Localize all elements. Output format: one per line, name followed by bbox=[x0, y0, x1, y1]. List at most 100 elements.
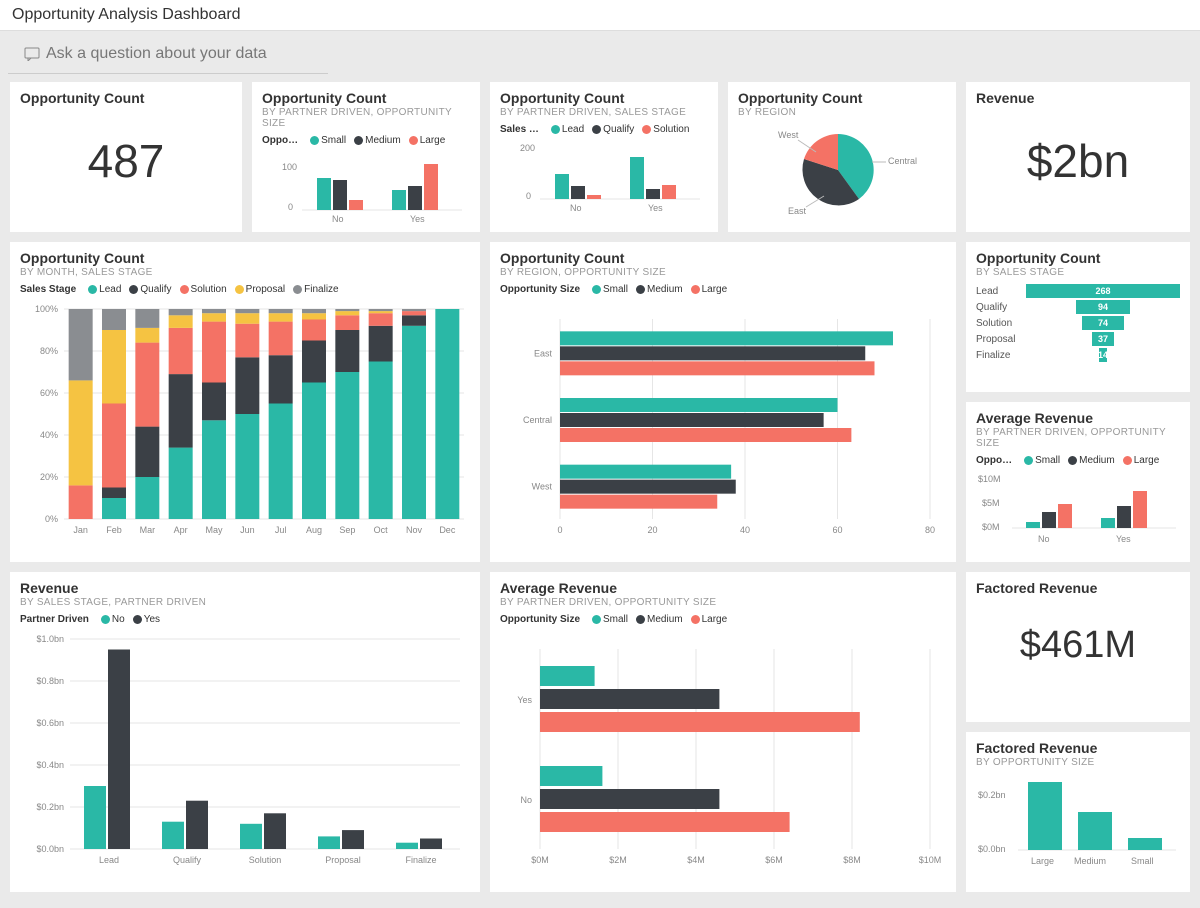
qna-input[interactable]: Ask a question about your data bbox=[8, 35, 328, 74]
svg-text:Lead: Lead bbox=[99, 855, 119, 865]
svg-text:Sep: Sep bbox=[339, 525, 355, 535]
svg-text:$0.6bn: $0.6bn bbox=[36, 718, 64, 728]
svg-text:80: 80 bbox=[925, 525, 935, 535]
tile-title: Opportunity Count bbox=[738, 90, 946, 106]
svg-text:Oct: Oct bbox=[374, 525, 389, 535]
chart: 100 0 NoYes bbox=[262, 150, 470, 230]
svg-text:$0.0bn: $0.0bn bbox=[36, 844, 64, 854]
svg-text:Yes: Yes bbox=[1116, 534, 1131, 544]
tile-title: Opportunity Count bbox=[976, 250, 1180, 266]
svg-text:$0.2bn: $0.2bn bbox=[36, 802, 64, 812]
legend: Opportunity Size Small Medium Large bbox=[500, 614, 946, 625]
svg-text:East: East bbox=[534, 348, 553, 358]
svg-text:Finalize: Finalize bbox=[405, 855, 436, 865]
tile-subtitle: BY REGION, OPPORTUNITY SIZE bbox=[500, 267, 946, 278]
page-title: Opportunity Analysis Dashboard bbox=[0, 0, 1200, 31]
tile-subtitle: BY PARTNER DRIVEN, OPPORTUNITY SIZE bbox=[500, 597, 946, 608]
svg-text:Medium: Medium bbox=[1074, 856, 1106, 866]
svg-text:$0M: $0M bbox=[982, 522, 1000, 532]
svg-text:Aug: Aug bbox=[306, 525, 322, 535]
svg-text:Small: Small bbox=[1131, 856, 1154, 866]
svg-text:200: 200 bbox=[520, 143, 535, 153]
chart: 2000 NoYes bbox=[500, 139, 708, 219]
svg-text:Proposal: Proposal bbox=[325, 855, 361, 865]
legend: Oppo… Small Medium Large bbox=[976, 455, 1180, 466]
svg-text:Jul: Jul bbox=[275, 525, 287, 535]
tile-count-partner-size[interactable]: Opportunity Count BY PARTNER DRIVEN, OPP… bbox=[252, 82, 480, 232]
qna-placeholder: Ask a question about your data bbox=[46, 45, 267, 63]
svg-text:Jun: Jun bbox=[240, 525, 255, 535]
tile-avg-rev-partner-size-big[interactable]: Average Revenue BY PARTNER DRIVEN, OPPOR… bbox=[490, 572, 956, 892]
bar-chart: $0.2bn $0.0bn Large Medium Small bbox=[976, 768, 1180, 878]
svg-text:100%: 100% bbox=[35, 304, 58, 314]
svg-text:$2M: $2M bbox=[609, 855, 627, 865]
svg-text:80%: 80% bbox=[40, 346, 58, 356]
legend: Opportunity Size Small Medium Large bbox=[500, 284, 946, 295]
svg-text:Central: Central bbox=[888, 156, 917, 166]
svg-text:0: 0 bbox=[526, 191, 531, 201]
tile-title: Factored Revenue bbox=[976, 740, 1180, 756]
svg-text:$10M: $10M bbox=[978, 474, 1001, 484]
tile-title: Revenue bbox=[20, 580, 470, 596]
svg-text:Mar: Mar bbox=[140, 525, 156, 535]
tile-subtitle: BY PARTNER DRIVEN, OPPORTUNITY SIZE bbox=[262, 107, 470, 129]
svg-text:Nov: Nov bbox=[406, 525, 423, 535]
svg-text:$1.0bn: $1.0bn bbox=[36, 634, 64, 644]
svg-text:Apr: Apr bbox=[174, 525, 188, 535]
tile-subtitle: BY SALES STAGE bbox=[976, 267, 1180, 278]
stacked-chart: 0%20%40%60%80%100%JanFebMarAprMayJunJulA… bbox=[20, 299, 470, 549]
svg-text:$10M: $10M bbox=[919, 855, 942, 865]
svg-text:No: No bbox=[332, 214, 344, 224]
bar-chart: $1.0bn$0.8bn$0.6bn$0.4bn$0.2bn$0.0bnLead… bbox=[20, 629, 470, 879]
svg-text:Solution: Solution bbox=[249, 855, 282, 865]
hbar-chart: 020406080EastCentralWest bbox=[500, 299, 946, 549]
tile-title: Average Revenue bbox=[976, 410, 1180, 426]
tile-title: Opportunity Count bbox=[500, 250, 946, 266]
legend: Oppo… Small Medium Large bbox=[262, 135, 470, 146]
tile-count-region-size[interactable]: Opportunity Count BY REGION, OPPORTUNITY… bbox=[490, 242, 956, 562]
kpi-value: 487 bbox=[20, 106, 232, 188]
pie-chart: West Central East bbox=[738, 118, 946, 218]
svg-text:$5M: $5M bbox=[982, 498, 1000, 508]
svg-text:60: 60 bbox=[832, 525, 842, 535]
tile-count-month-stage[interactable]: Opportunity Count BY MONTH, SALES STAGE … bbox=[10, 242, 480, 562]
chat-icon bbox=[24, 47, 40, 61]
svg-text:Central: Central bbox=[523, 415, 552, 425]
svg-text:$8M: $8M bbox=[843, 855, 861, 865]
tile-count-stage-funnel[interactable]: Opportunity Count BY SALES STAGE Lead268… bbox=[966, 242, 1190, 392]
tile-revenue-kpi[interactable]: Revenue $2bn bbox=[966, 82, 1190, 232]
tile-title: Factored Revenue bbox=[976, 580, 1180, 596]
tile-title: Opportunity Count bbox=[20, 90, 232, 106]
tile-count-partner-stage[interactable]: Opportunity Count BY PARTNER DRIVEN, SAL… bbox=[490, 82, 718, 232]
tile-subtitle: BY REGION bbox=[738, 107, 946, 118]
chart: $10M $5M $0M No Yes bbox=[976, 470, 1180, 550]
svg-text:Feb: Feb bbox=[106, 525, 122, 535]
svg-text:0%: 0% bbox=[45, 514, 58, 524]
tile-factored-by-size[interactable]: Factored Revenue BY OPPORTUNITY SIZE $0.… bbox=[966, 732, 1190, 892]
tile-avg-rev-partner-size-small[interactable]: Average Revenue BY PARTNER DRIVEN, OPPOR… bbox=[966, 402, 1190, 562]
legend: Sales Stage Lead Qualify Solution Propos… bbox=[20, 284, 470, 295]
svg-text:Large: Large bbox=[1031, 856, 1054, 866]
svg-text:20%: 20% bbox=[40, 472, 58, 482]
funnel-chart: Lead268Qualify94Solution74Proposal37Fina… bbox=[976, 284, 1180, 362]
tile-factored-revenue-kpi[interactable]: Factored Revenue $461M bbox=[966, 572, 1190, 722]
kpi-value: $2bn bbox=[976, 106, 1180, 188]
svg-text:60%: 60% bbox=[40, 388, 58, 398]
svg-text:Yes: Yes bbox=[648, 203, 663, 213]
svg-text:$0M: $0M bbox=[531, 855, 549, 865]
svg-text:Yes: Yes bbox=[517, 695, 532, 705]
svg-text:No: No bbox=[520, 795, 532, 805]
tile-count-region-pie[interactable]: Opportunity Count BY REGION West Central… bbox=[728, 82, 956, 232]
tile-title: Opportunity Count bbox=[262, 90, 470, 106]
tile-subtitle: BY PARTNER DRIVEN, OPPORTUNITY SIZE bbox=[976, 427, 1180, 449]
tile-opportunity-count-kpi[interactable]: Opportunity Count 487 bbox=[10, 82, 242, 232]
svg-text:$0.4bn: $0.4bn bbox=[36, 760, 64, 770]
tile-title: Average Revenue bbox=[500, 580, 946, 596]
svg-text:Jan: Jan bbox=[73, 525, 88, 535]
tile-revenue-stage-partner[interactable]: Revenue BY SALES STAGE, PARTNER DRIVEN P… bbox=[10, 572, 480, 892]
svg-text:No: No bbox=[1038, 534, 1050, 544]
hbar-chart: $0M$2M$4M$6M$8M$10MYesNo bbox=[500, 629, 946, 879]
svg-text:$0.0bn: $0.0bn bbox=[978, 844, 1006, 854]
svg-text:40%: 40% bbox=[40, 430, 58, 440]
svg-text:20: 20 bbox=[647, 525, 657, 535]
